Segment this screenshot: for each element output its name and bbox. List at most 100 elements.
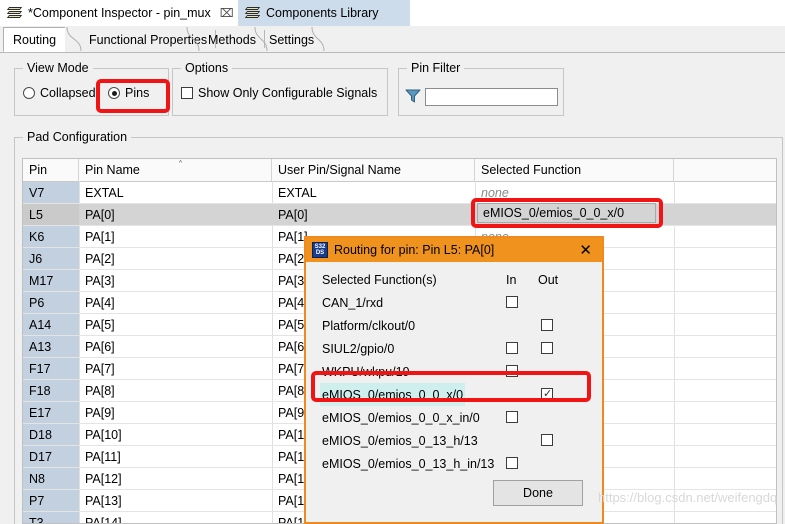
table-row[interactable]: L5PA[0]PA[0]eMIOS_0/emios_0_0_x/0 (23, 204, 776, 226)
cell-pin: M17 (23, 270, 79, 292)
radio-collapsed-indicator[interactable] (23, 87, 35, 99)
cell-pin-name: PA[14] (85, 516, 122, 524)
cell-spacer (674, 314, 776, 336)
dialog-function-label: SIUL2/gpio/0 (322, 341, 395, 356)
column-header-user-pin-signal-name[interactable]: User Pin/Signal Name (272, 159, 475, 181)
tab-label: Functional Properties (89, 32, 208, 47)
dialog-function-label: eMIOS_0/emios_0_0_x_in/0 (322, 410, 480, 425)
cell-pin-name: PA[10] (85, 428, 122, 442)
column-header-pin[interactable]: Pin (23, 159, 79, 181)
column-header-selected-function[interactable]: Selected Function (475, 159, 674, 181)
options-legend: Options (181, 61, 233, 75)
cell-pin: N8 (23, 468, 79, 490)
cell-selected-function: none (481, 186, 509, 200)
component-icon (244, 6, 261, 20)
dialog-function-row[interactable]: WKPU/wkpu/19 (306, 360, 602, 383)
checkbox-in[interactable] (506, 457, 518, 469)
dialog-function-row[interactable]: Platform/clkout/0 (306, 314, 602, 337)
checkbox-in[interactable] (506, 365, 518, 377)
dialog-header-out: Out (538, 272, 559, 287)
dialog-title-bar[interactable]: S32 DS Routing for pin: Pin L5: PA[0] ✕ (306, 238, 602, 262)
column-header-pin-name[interactable]: Pin Name (79, 159, 272, 181)
dialog-function-row[interactable]: eMIOS_0/emios_0_13_h_in/13 (306, 452, 602, 475)
checkbox-out[interactable] (541, 434, 553, 446)
cell-pin: P6 (23, 292, 79, 314)
dialog-column-headers: Selected Function(s) In Out (306, 268, 602, 291)
cell-spacer (674, 270, 776, 292)
tab-label: Methods (208, 32, 256, 47)
cell-pin-name: PA[1] (85, 230, 115, 244)
cell-pin-name: PA[3] (85, 274, 115, 288)
cell-spacer (674, 226, 776, 248)
tab-methods[interactable]: Methods (199, 27, 265, 52)
pin-filter-legend: Pin Filter (407, 61, 465, 75)
cell-spacer (674, 490, 776, 512)
cell-pin-name: EXTAL (85, 186, 124, 200)
options-group: Options Show Only Configurable Signals (172, 61, 388, 116)
cell-spacer (674, 380, 776, 402)
done-button-label: Done (523, 486, 553, 500)
dialog-header-in: In (506, 272, 517, 287)
cell-pin-name: PA[7] (85, 362, 115, 376)
dialog-function-row[interactable]: eMIOS_0/emios_0_13_h/13 (306, 429, 602, 452)
checkbox-out[interactable] (541, 319, 553, 331)
checkbox-show-only-configurable-signals[interactable]: Show Only Configurable Signals (181, 86, 377, 100)
cell-pin: E17 (23, 402, 79, 424)
cell-spacer (674, 468, 776, 490)
table-row[interactable]: V7 EXTAL EXTAL none (23, 182, 776, 204)
s32ds-icon: S32 DS (312, 242, 328, 258)
dialog-function-label: eMIOS_0/emios_0_13_h_in/13 (322, 456, 495, 471)
tab-label: Settings (269, 32, 315, 47)
dialog-function-row[interactable]: CAN_1/rxd (306, 291, 602, 314)
view-mode-group: View Mode Collapsed Pins (14, 61, 169, 116)
dialog-function-row[interactable]: eMIOS_0/emios_0_0_x/0 ✓ (306, 383, 602, 406)
checkbox-in[interactable] (506, 296, 518, 308)
check-icon: ✓ (543, 387, 553, 400)
cell-pin-name: PA[6] (85, 340, 115, 354)
cell-pin: V7 (23, 182, 79, 204)
cell-pin-name: PA[2] (85, 252, 115, 266)
cell-pin: J6 (23, 248, 79, 270)
done-button[interactable]: Done (493, 480, 583, 506)
cell-pin: F18 (23, 380, 79, 402)
editor-tab-label: Components Library (266, 6, 379, 20)
cell-pin: F17 (23, 358, 79, 380)
checkbox-out[interactable]: ✓ (541, 388, 553, 400)
tab-functional-properties[interactable]: Functional Properties (80, 27, 217, 52)
s32ds-icon-line2: DS (315, 250, 325, 256)
cell-pin-name: PA[8] (85, 384, 115, 398)
checkbox-in[interactable] (506, 342, 518, 354)
cell-pin: D17 (23, 446, 79, 468)
tab-settings[interactable]: Settings (260, 27, 323, 52)
radio-pins-label: Pins (125, 86, 150, 100)
selected-function-cell-l5[interactable]: eMIOS_0/emios_0_0_x/0 (477, 203, 656, 223)
checkbox-in[interactable] (506, 411, 518, 423)
close-icon[interactable]: ✕ (579, 242, 596, 258)
dialog-function-label: WKPU/wkpu/19 (322, 364, 410, 379)
radio-pins[interactable]: Pins (108, 86, 149, 100)
checkbox-label: Show Only Configurable Signals (198, 86, 378, 100)
cell-spacer (674, 248, 776, 270)
checkbox-out[interactable] (541, 342, 553, 354)
dialog-header-function: Selected Function(s) (322, 272, 437, 287)
dialog-function-row[interactable]: SIUL2/gpio/0 (306, 337, 602, 360)
dialog-function-row[interactable]: eMIOS_0/emios_0_0_x_in/0 (306, 406, 602, 429)
cell-spacer (674, 182, 776, 204)
editor-tab-component-inspector[interactable]: *Component Inspector - pin_mux ⌧ (0, 0, 254, 26)
editor-tab-components-library[interactable]: Components Library (238, 0, 410, 26)
cell-spacer (674, 204, 776, 226)
cell-user-name: PA[0] (272, 204, 475, 226)
routing-dialog[interactable]: S32 DS Routing for pin: Pin L5: PA[0] ✕ … (304, 236, 604, 524)
cell-spacer (674, 336, 776, 358)
checkbox-indicator[interactable] (181, 87, 193, 99)
tab-routing[interactable]: Routing (3, 27, 66, 52)
close-icon[interactable]: ⌧ (220, 7, 234, 19)
editor-tab-label: *Component Inspector - pin_mux (28, 6, 211, 20)
cell-pin-name: PA[11] (85, 450, 121, 464)
dialog-title-text: Routing for pin: Pin L5: PA[0] (334, 243, 495, 257)
cell-pin-name: PA[4] (85, 296, 115, 310)
radio-collapsed[interactable]: Collapsed (23, 86, 96, 100)
radio-pins-indicator[interactable] (108, 87, 120, 99)
cell-pin: A14 (23, 314, 79, 336)
pin-filter-input[interactable] (425, 88, 558, 106)
